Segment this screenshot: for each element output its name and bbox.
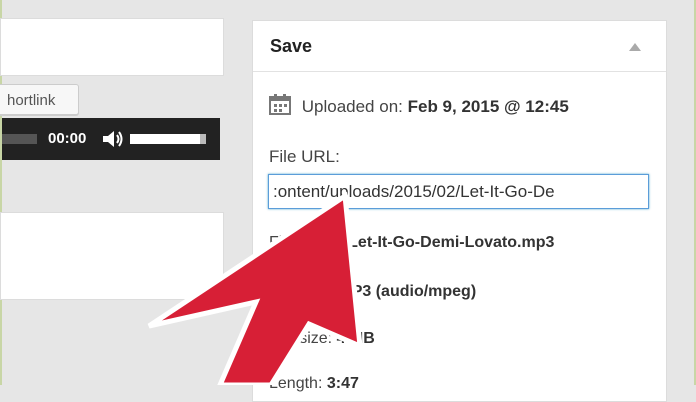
calendar-icon <box>269 94 291 115</box>
file-size-row: File size: 4 MB <box>269 330 375 348</box>
uploaded-value: Feb 9, 2015 @ 12:45 <box>407 97 569 116</box>
volume-slider-end <box>200 134 206 144</box>
get-shortlink-button[interactable]: hortlink <box>0 84 79 115</box>
file-type-label: File type: <box>269 283 334 300</box>
player-time: 00:00 <box>48 130 87 147</box>
volume-slider[interactable] <box>130 134 200 144</box>
volume-icon[interactable] <box>102 129 124 149</box>
file-name-label: File name: <box>269 234 344 251</box>
uploaded-label: Uploaded on: <box>301 97 403 116</box>
length-row: Length: 3:47 <box>269 375 359 393</box>
panel-header[interactable]: Save <box>253 21 666 72</box>
shortlink-label: hortlink <box>7 92 56 109</box>
file-size-label: File size: <box>269 330 333 347</box>
title-input[interactable] <box>0 18 224 76</box>
collapse-arrow-icon[interactable] <box>628 42 642 52</box>
save-panel: Save Uploaded on: Feb 9, 2015 @ 12:45 Fi… <box>252 20 667 402</box>
file-url-label: File URL: <box>269 147 340 166</box>
progress-rail[interactable] <box>2 134 37 144</box>
length-label: Length: <box>269 375 323 392</box>
screen-frame: hortlink 00:00 Save Uploaded on: Feb 9, … <box>0 0 696 402</box>
file-url-field[interactable]: :ontent/uploads/2015/02/Let-It-Go-De <box>268 174 649 209</box>
file-name-row: File name: Let-It-Go-Demi-Lovato.mp3 <box>269 234 554 252</box>
panel-title: Save <box>270 36 313 56</box>
file-name-value: Let-It-Go-Demi-Lovato.mp3 <box>348 234 555 251</box>
audio-player: 00:00 <box>2 118 220 160</box>
file-type-row: File type: MP3 (audio/mpeg) <box>269 283 476 301</box>
file-size-value: 4 MB <box>336 330 375 347</box>
length-value: 3:47 <box>326 375 359 392</box>
file-type-value: MP3 (audio/mpeg) <box>338 283 477 300</box>
content-editor[interactable] <box>0 212 224 300</box>
uploaded-on-row: Uploaded on: Feb 9, 2015 @ 12:45 <box>269 93 569 117</box>
